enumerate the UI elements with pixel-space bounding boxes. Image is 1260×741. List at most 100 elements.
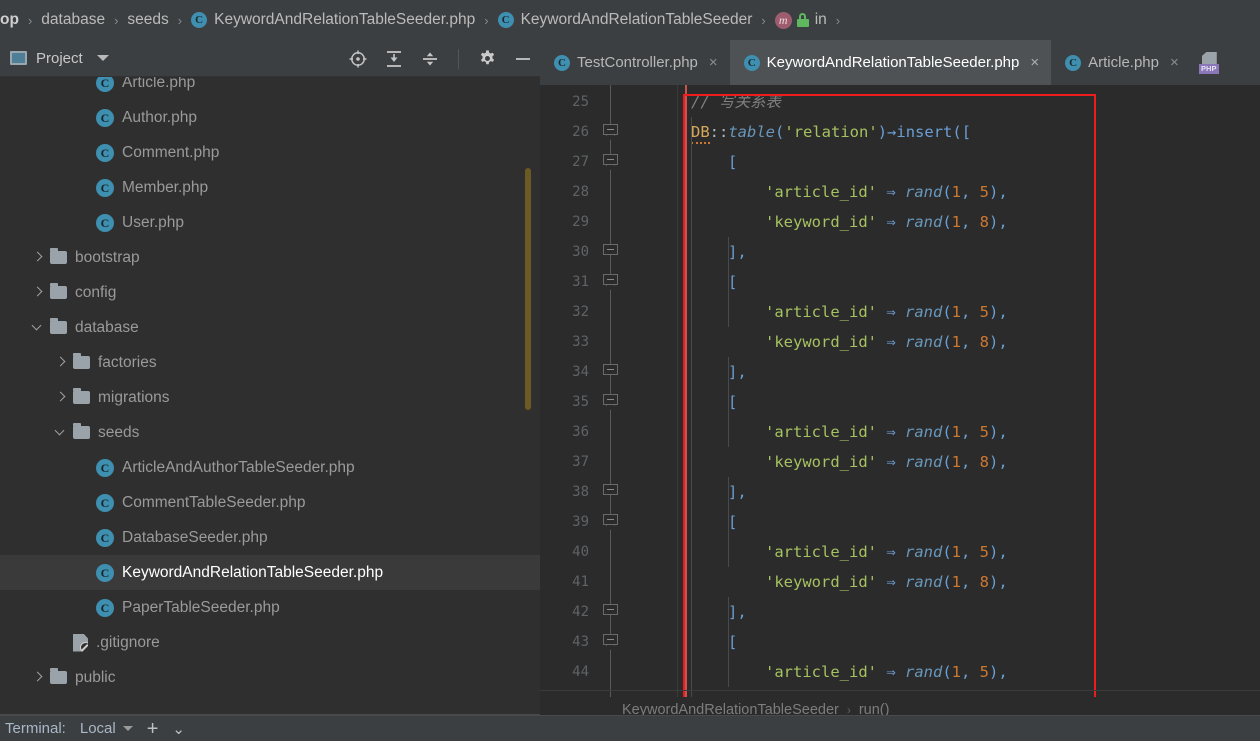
breadcrumb-item-file[interactable]: C KeywordAndRelationTableSeeder.php	[191, 0, 475, 40]
tree-item-comment-php[interactable]: C Comment.php	[0, 135, 540, 170]
close-icon[interactable]: ×	[1030, 55, 1039, 70]
code-line[interactable]: [	[685, 507, 737, 537]
terminal-label[interactable]: Terminal:	[5, 720, 66, 737]
chevron-right-icon[interactable]	[31, 251, 44, 264]
code-line[interactable]: ],	[685, 477, 747, 507]
tree-item-article-php[interactable]: C Article.php	[0, 77, 540, 100]
code-line[interactable]: ],	[685, 357, 747, 387]
project-tool-window: Project C Article.php C Author.php C Com…	[0, 40, 540, 715]
project-file-tree[interactable]: C Article.php C Author.php C Comment.php C Memb…	[0, 77, 540, 715]
expand-all-icon[interactable]	[383, 48, 405, 70]
code-token: table	[728, 123, 776, 141]
fold-end-icon[interactable]	[603, 484, 619, 500]
editor-tab-article-php[interactable]: C Article.php ×	[1051, 40, 1191, 85]
close-icon[interactable]: ×	[1170, 55, 1179, 70]
code-line[interactable]: 'article_id' ⇒ rand(1, 5),	[685, 177, 1008, 207]
code-token: ⇒	[876, 453, 905, 471]
fold-collapse-icon[interactable]	[603, 634, 619, 650]
code-token: ⇒	[876, 573, 905, 591]
code-line[interactable]: 'article_id' ⇒ rand(1, 5),	[685, 297, 1008, 327]
fold-end-icon[interactable]	[603, 244, 619, 260]
breadcrumb-label: in	[814, 11, 827, 28]
code-line[interactable]: 'keyword_id' ⇒ rand(1, 8),	[685, 207, 1008, 237]
code-line[interactable]: ],	[685, 237, 747, 267]
code-token: ⇒	[876, 213, 905, 231]
breadcrumb-item-database[interactable]: database	[41, 0, 105, 40]
fold-collapse-icon[interactable]	[603, 124, 619, 140]
code-token: rand	[904, 423, 943, 441]
code-line[interactable]: ],	[685, 597, 747, 627]
tree-item-articleandauthortableseeder-php[interactable]: C ArticleAndAuthorTableSeeder.php	[0, 450, 540, 485]
breadcrumb-item-method[interactable]: m in	[774, 0, 827, 40]
code-line[interactable]: 'keyword_id' ⇒ rand(1, 8),	[685, 567, 1008, 597]
chevron-right-icon[interactable]	[31, 671, 44, 684]
chevron-down-icon[interactable]	[96, 55, 109, 61]
tree-item-bootstrap[interactable]: bootstrap	[0, 240, 540, 275]
chevron-right-icon[interactable]	[54, 391, 67, 404]
tree-item-user-php[interactable]: C User.php	[0, 205, 540, 240]
tree-item-public[interactable]: public	[0, 660, 540, 695]
chevron-down-icon[interactable]	[54, 426, 67, 439]
fold-collapse-icon[interactable]	[603, 274, 619, 290]
code-line[interactable]: 'keyword_id' ⇒ rand(1, 8),	[685, 327, 1008, 357]
tree-item-factories[interactable]: factories	[0, 345, 540, 380]
folder-icon	[73, 388, 90, 404]
chevron-right-icon[interactable]	[31, 286, 44, 299]
tree-item-label: .gitignore	[96, 633, 160, 651]
tree-item-member-php[interactable]: C Member.php	[0, 170, 540, 205]
tree-item-seeds[interactable]: seeds	[0, 415, 540, 450]
editor-tab-bar[interactable]: C TestController.php × C KeywordAndRelationT…	[540, 40, 1260, 85]
code-token: 5	[979, 663, 990, 681]
terminal-session-selector[interactable]: Local	[80, 720, 133, 737]
code-viewport[interactable]: 25 26 27 28 29 30 31 32 33 34 35 36 37 38 39 40 41 42 43 44…	[540, 85, 1260, 715]
fold-end-icon[interactable]	[603, 364, 619, 380]
collapse-terminal-button[interactable]: ⌄	[172, 720, 185, 738]
fold-end-icon[interactable]	[603, 604, 619, 620]
breadcrumb-item-seeds[interactable]: seeds	[127, 0, 168, 40]
code-token: ),	[989, 663, 1008, 681]
tree-item--gitignore[interactable]: .gitignore	[0, 625, 540, 660]
code-line[interactable]: 'article_id' ⇒ rand(1, 5),	[685, 657, 1008, 687]
editor-gutter[interactable]: 25 26 27 28 29 30 31 32 33 34 35 36 37 38 39 40 41 42 43 44	[540, 85, 685, 715]
close-icon[interactable]: ×	[709, 55, 718, 70]
code-line[interactable]: [	[685, 627, 737, 657]
code-line[interactable]: [	[685, 267, 737, 297]
code-line[interactable]: // 写关系表	[685, 87, 781, 117]
code-token: 8	[979, 453, 990, 471]
minimize-icon[interactable]	[512, 48, 534, 70]
code-line[interactable]: DB::table('relation')→insert([	[685, 117, 971, 147]
editor-tab-keywordandrelationtableseeder-php[interactable]: C KeywordAndRelationTableSeeder.php ×	[729, 40, 1052, 85]
breadcrumb: op › database › seeds › C KeywordAndRela…	[0, 0, 1260, 40]
tree-item-label: PaperTableSeeder.php	[122, 598, 280, 616]
chevron-right-icon[interactable]	[54, 356, 67, 369]
code-line[interactable]: 'keyword_id' ⇒ rand(1, 8),	[685, 447, 1008, 477]
add-terminal-button[interactable]: +	[147, 719, 159, 739]
fold-collapse-icon[interactable]	[603, 154, 619, 170]
code-line[interactable]: [	[685, 147, 737, 177]
sidebar-scrollbar[interactable]	[525, 168, 531, 410]
tree-item-keywordandrelationtableseeder-php[interactable]: C KeywordAndRelationTableSeeder.php	[0, 555, 540, 590]
code-line[interactable]: 'article_id' ⇒ rand(1, 5),	[685, 537, 1008, 567]
locate-icon[interactable]	[347, 48, 369, 70]
code-content[interactable]: // 写关系表 DB::table('relation')→insert([['a…	[685, 85, 1260, 715]
editor-tab-testcontroller-php[interactable]: C TestController.php ×	[540, 40, 730, 85]
tree-item-config[interactable]: config	[0, 275, 540, 310]
tree-item-database[interactable]: database	[0, 310, 540, 345]
gear-icon[interactable]	[476, 48, 498, 70]
tree-item-migrations[interactable]: migrations	[0, 380, 540, 415]
tree-item-author-php[interactable]: C Author.php	[0, 100, 540, 135]
tree-item-papertableseeder-php[interactable]: C PaperTableSeeder.php	[0, 590, 540, 625]
toolbar-divider	[458, 48, 459, 69]
code-line[interactable]: 'article_id' ⇒ rand(1, 5),	[685, 417, 1008, 447]
code-line[interactable]: [	[685, 387, 737, 417]
tree-item-commenttableseeder-php[interactable]: C CommentTableSeeder.php	[0, 485, 540, 520]
breadcrumb-item-class[interactable]: C KeywordAndRelationTableSeeder	[497, 0, 752, 40]
project-title-button[interactable]: Project	[0, 50, 109, 67]
fold-collapse-icon[interactable]	[603, 514, 619, 530]
collapse-all-icon[interactable]	[419, 48, 441, 70]
chevron-down-icon[interactable]	[31, 321, 44, 334]
breadcrumb-item-project[interactable]: op	[0, 0, 19, 40]
php-file-icon[interactable]: PHP	[1198, 51, 1219, 74]
fold-collapse-icon[interactable]	[603, 394, 619, 410]
tree-item-databaseseeder-php[interactable]: C DatabaseSeeder.php	[0, 520, 540, 555]
